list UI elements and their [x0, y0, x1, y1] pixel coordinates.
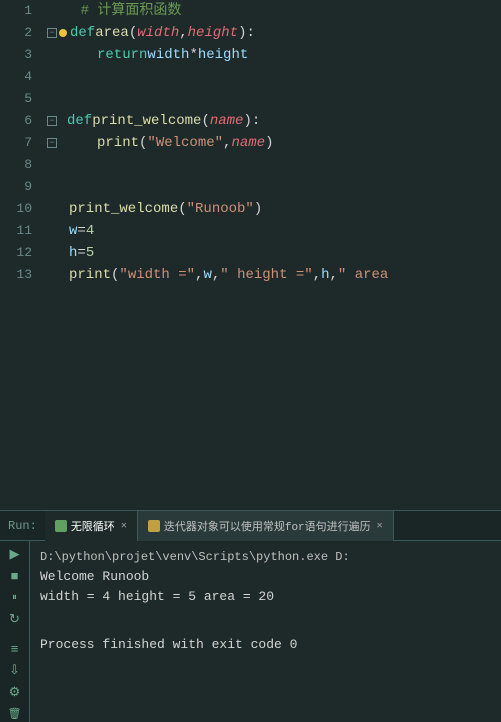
fold-icon-7[interactable]: −	[47, 138, 57, 148]
pause-button[interactable]: ⏸	[4, 588, 26, 606]
keyword-return: return	[97, 44, 147, 66]
code-editor: 1 2 3 4 5 6 7 8 9 10 11 12 13 # 计算面积函数 −…	[0, 0, 501, 510]
var-w: w	[69, 220, 77, 242]
str-welcome: "Welcome"	[147, 132, 223, 154]
code-line-13: print ( "width =" , w , " height =" , h …	[47, 264, 501, 286]
comment-text: # 计算面积函数	[47, 0, 181, 22]
tab-loop[interactable]: 无限循环 ✕	[45, 511, 138, 541]
panel-sidebar: ▶ ■ ⏸ ↻ ≡ ⇩ ⚙ 🗑	[0, 541, 30, 722]
var-name: name	[231, 132, 265, 154]
code-line-3: − return width * height	[47, 44, 501, 66]
settings-button[interactable]: ⚙	[4, 683, 26, 701]
tab-iter-close[interactable]: ✕	[377, 520, 383, 532]
run-label: Run:	[0, 519, 45, 533]
line-num-2: 2	[0, 22, 32, 44]
panel-content: ▶ ■ ⏸ ↻ ≡ ⇩ ⚙ 🗑 D:\python\projet\venv\Sc…	[0, 541, 501, 722]
panel-tabs: Run: 无限循环 ✕ 迭代器对象可以使用常规for语句进行遍历 ✕	[0, 511, 501, 541]
output-line-2: Welcome Runoob	[40, 567, 491, 587]
bottom-panel: Run: 无限循环 ✕ 迭代器对象可以使用常规for语句进行遍历 ✕ ▶ ■ ⏸…	[0, 510, 501, 722]
num-4: 4	[86, 220, 94, 242]
line-num-7: 7	[0, 132, 32, 154]
code-line-5	[47, 88, 501, 110]
rerun-button[interactable]: ↻	[4, 610, 26, 628]
fold-icon-2[interactable]: −	[47, 28, 57, 38]
var-height: height	[198, 44, 248, 66]
line-num-9: 9	[0, 176, 32, 198]
tab-loop-close[interactable]: ✕	[121, 520, 127, 532]
code-line-8	[47, 154, 501, 176]
code-line-12: h = 5	[47, 242, 501, 264]
output-line-5: Process finished with exit code 0	[40, 635, 491, 655]
play-button[interactable]: ▶	[4, 545, 26, 563]
output-line-3: width = 4 height = 5 area = 20	[40, 587, 491, 607]
output-line-1: D:\python\projet\venv\Scripts\python.exe…	[40, 547, 491, 567]
line-num-3: 3	[0, 44, 32, 66]
keyword-def: def	[70, 22, 95, 44]
line-num-13: 13	[0, 264, 32, 286]
tab-loop-label: 无限循环	[71, 518, 115, 534]
function-name-welcome: print_welcome	[92, 110, 201, 132]
function-name-area: area	[95, 22, 129, 44]
trash-button[interactable]: 🗑	[4, 704, 26, 722]
var-h: h	[69, 242, 77, 264]
tab-iter[interactable]: 迭代器对象可以使用常规for语句进行遍历 ✕	[138, 511, 394, 541]
line-num-10: 10	[0, 198, 32, 220]
line-numbers: 1 2 3 4 5 6 7 8 9 10 11 12 13	[0, 0, 42, 510]
output-line-4	[40, 607, 491, 627]
tab-iter-label: 迭代器对象可以使用常规for语句进行遍历	[164, 518, 371, 534]
code-area[interactable]: # 计算面积函数 − def area ( width , height ): …	[42, 0, 501, 510]
code-line-9	[47, 176, 501, 198]
loop-icon	[55, 520, 67, 532]
stop-button[interactable]: ■	[4, 567, 26, 585]
var-width: width	[147, 44, 189, 66]
line-num-8: 8	[0, 154, 32, 176]
scroll-up-button[interactable]: ≡	[4, 640, 26, 658]
line-num-5: 5	[0, 88, 32, 110]
call-welcome: print_welcome	[69, 198, 178, 220]
line-num-6: 6	[0, 110, 32, 132]
scroll-down-button[interactable]: ⇩	[4, 661, 26, 679]
str-runoob: "Runoob"	[187, 198, 254, 220]
fn-print-2: print	[69, 264, 111, 286]
line-num-4: 4	[0, 66, 32, 88]
panel-output: D:\python\projet\venv\Scripts\python.exe…	[30, 541, 501, 722]
param-width: width	[137, 22, 179, 44]
iter-icon	[148, 520, 160, 532]
code-line-10: print_welcome ( "Runoob" )	[47, 198, 501, 220]
line-num-1: 1	[0, 0, 32, 22]
param-name: name	[210, 110, 244, 132]
code-line-7: − print ( "Welcome" , name )	[47, 132, 501, 154]
code-line-2: − def area ( width , height ):	[47, 22, 501, 44]
fn-print: print	[97, 132, 139, 154]
code-line-4	[47, 66, 501, 88]
keyword-def-2: def	[67, 110, 92, 132]
code-line-6: − def print_welcome ( name ):	[47, 110, 501, 132]
code-line-11: w = 4	[47, 220, 501, 242]
param-height: height	[188, 22, 238, 44]
line-num-11: 11	[0, 220, 32, 242]
num-5: 5	[86, 242, 94, 264]
code-line-1: # 计算面积函数	[47, 0, 501, 22]
fold-icon-6[interactable]: −	[47, 116, 57, 126]
line-num-12: 12	[0, 242, 32, 264]
breakpoint-dot-2	[59, 29, 67, 37]
